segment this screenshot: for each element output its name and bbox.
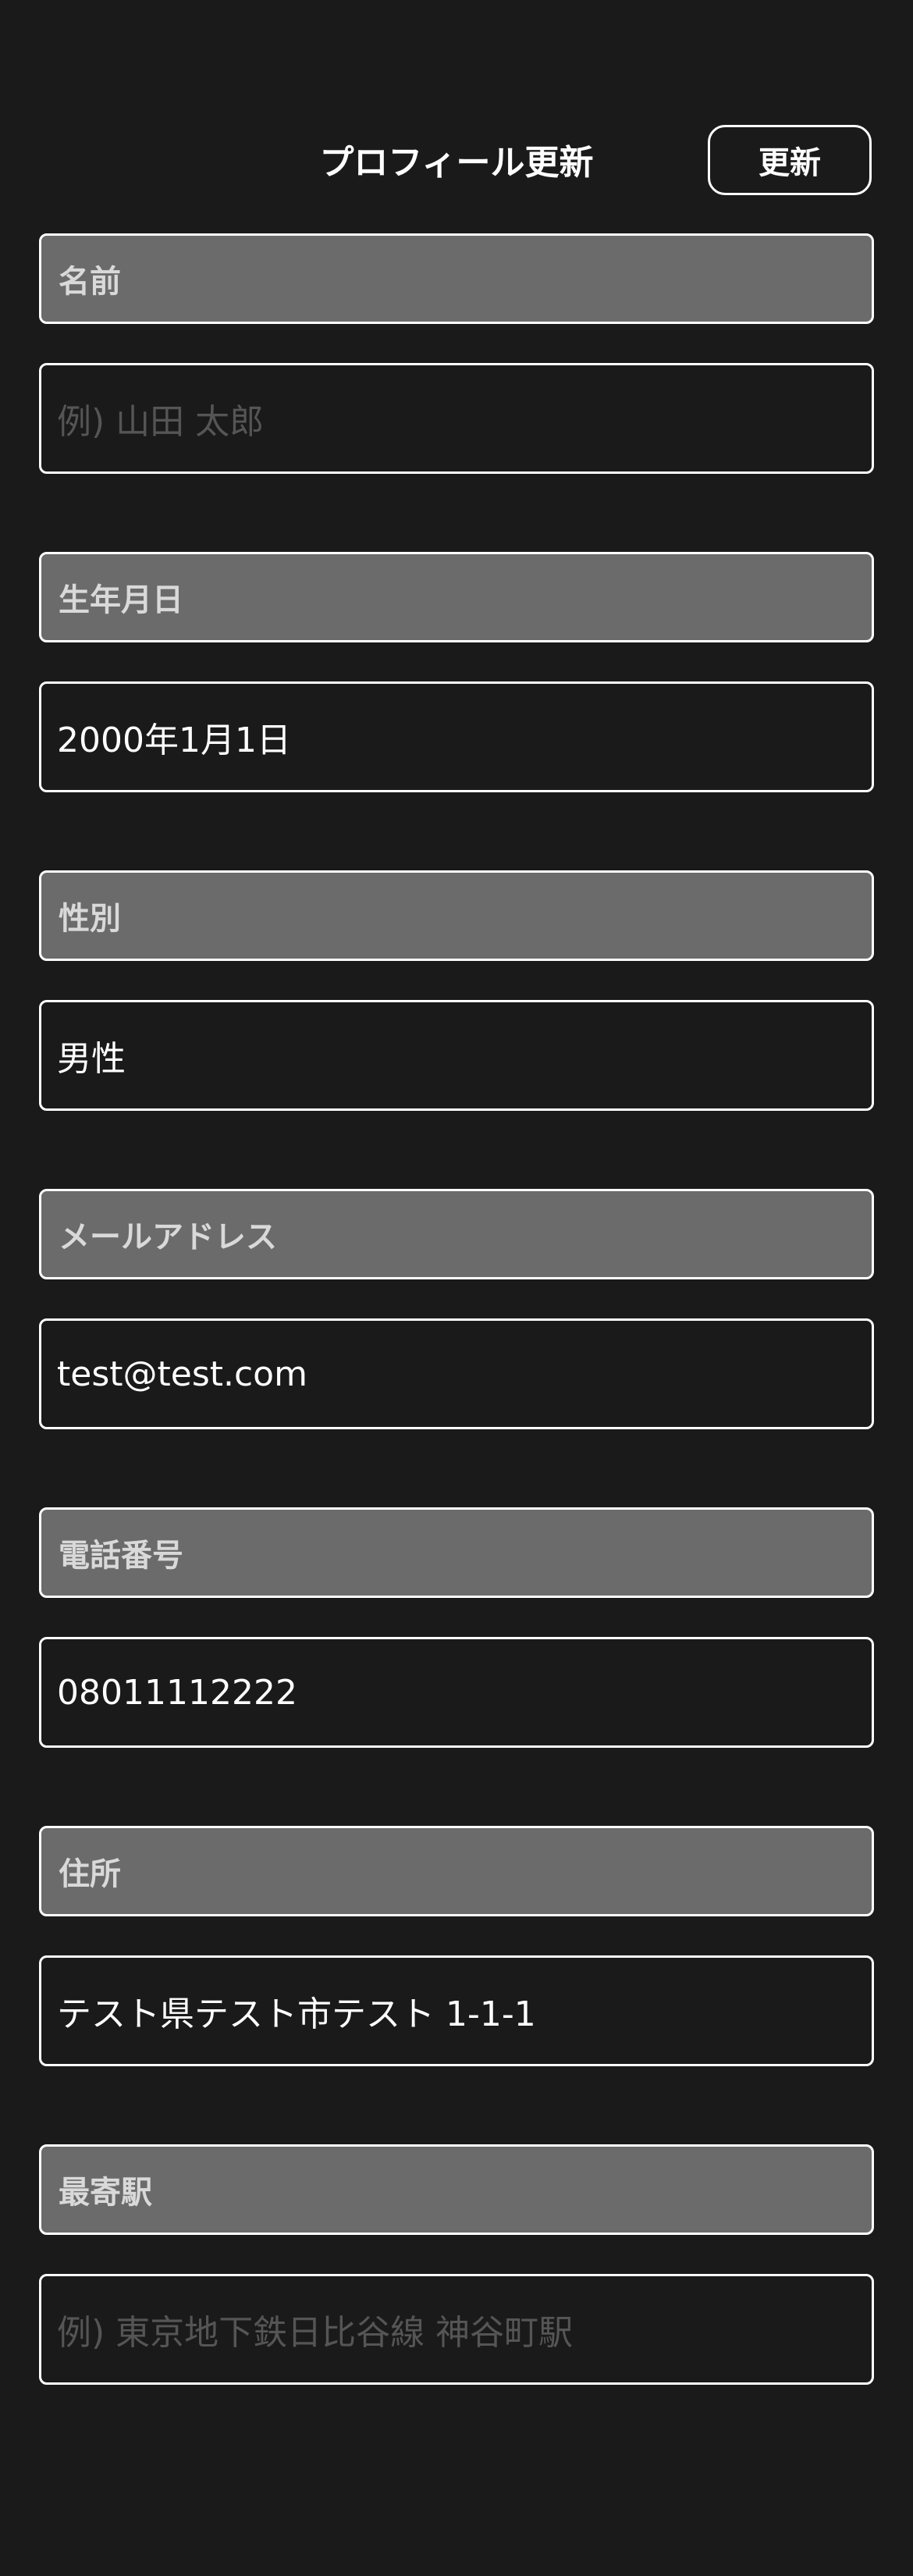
- phone-label: 電話番号: [39, 1507, 874, 1598]
- field-email: メールアドレス test@test.com: [39, 1189, 874, 1429]
- field-phone: 電話番号 08011112222: [39, 1507, 874, 1748]
- gender-label: 性別: [39, 870, 874, 961]
- name-label: 名前: [39, 233, 874, 324]
- gender-input[interactable]: 男性: [39, 1000, 874, 1111]
- field-name: 名前例) 山田 太郎: [39, 233, 874, 474]
- address-input[interactable]: テスト県テスト市テスト 1-1-1: [39, 1955, 874, 2066]
- update-button[interactable]: 更新: [708, 125, 872, 195]
- phone-input[interactable]: 08011112222: [39, 1637, 874, 1748]
- field-gender: 性別 男性: [39, 870, 874, 1111]
- birthdate-label: 生年月日: [39, 552, 874, 642]
- name-input[interactable]: 例) 山田 太郎: [39, 363, 874, 474]
- email-input[interactable]: test@test.com: [39, 1318, 874, 1429]
- email-label: メールアドレス: [39, 1189, 874, 1279]
- field-birthdate: 生年月日 2000年1月1日: [39, 552, 874, 792]
- field-address: 住所テスト県テスト市テスト 1-1-1: [39, 1826, 874, 2066]
- address-label: 住所: [39, 1826, 874, 1916]
- nearest-station-label: 最寄駅: [39, 2144, 874, 2235]
- birthdate-input[interactable]: 2000年1月1日: [39, 681, 874, 792]
- nearest-station-input[interactable]: 例) 東京地下鉄日比谷線 神谷町駅: [39, 2274, 874, 2385]
- field-nearest-station: 最寄駅例) 東京地下鉄日比谷線 神谷町駅: [39, 2144, 874, 2385]
